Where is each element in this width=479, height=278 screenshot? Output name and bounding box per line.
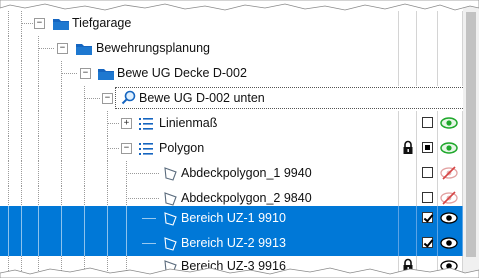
tree-row-abdeckpolygon-1[interactable]: Abdeckpolygon_1 9940 [0,161,470,186]
eye-visible-icon[interactable] [440,116,458,130]
folder-icon [98,69,114,80]
eye-hidden-icon[interactable] [440,166,458,180]
torn-edge-bottom [0,267,479,278]
tree-row-tiefgarage[interactable]: − Tiefgarage [0,11,470,36]
tree-label: Bewe UG Decke D-002 [117,66,247,80]
visibility-checkbox-checked[interactable] [422,212,433,223]
visibility-checkbox-partial[interactable] [422,142,433,153]
folder-icon [76,44,92,55]
visibility-checkbox[interactable] [422,167,433,178]
torn-edge-top [0,0,479,11]
tree-row-polygon[interactable]: − Polygon [0,136,470,161]
lock-icon[interactable] [402,140,414,156]
polygon-icon [164,192,177,206]
eye-visible-icon[interactable] [440,211,458,225]
tree-row-bereich-uz-1[interactable]: Bereich UZ-1 9910 [0,206,470,231]
polygon-icon [164,167,177,181]
list-icon [139,143,153,155]
collapse-toggle[interactable]: − [121,143,132,154]
tree-label: Abdeckpolygon_1 9940 [181,166,312,180]
tree-label: Bereich UZ-1 9910 [181,211,286,225]
visibility-checkbox[interactable] [422,117,433,128]
eye-hidden-icon[interactable] [440,191,458,205]
layer-tree: − Tiefgarage − Bewehrungsplanung − Bewe … [0,0,479,278]
collapse-toggle[interactable]: − [80,68,91,79]
expand-toggle[interactable]: + [121,118,132,129]
polygon-icon [164,237,177,251]
tree-row-bewehrungsplanung[interactable]: − Bewehrungsplanung [0,36,470,61]
tree-row-bereich-uz-2[interactable]: Bereich UZ-2 9913 [0,231,470,256]
tree-label: Linienmaß [159,116,218,130]
tree-label: Polygon [159,141,205,155]
collapse-toggle[interactable]: − [34,18,45,29]
tree-row-linienmass[interactable]: + Linienmaß [0,111,470,136]
tree-label: Bereich UZ-2 9913 [181,236,286,250]
visibility-checkbox[interactable] [422,192,433,203]
folder-icon [53,19,69,30]
tree-label: Abdeckpolygon_2 9840 [181,191,312,205]
visibility-checkbox-checked[interactable] [422,237,433,248]
eye-visible-icon[interactable] [440,141,458,155]
eye-visible-icon[interactable] [440,236,458,250]
tree-label: Bewe UG D-002 unten [139,91,265,105]
tree-label: Bewehrungsplanung [96,41,210,55]
tree-row-bewe-ug-decke[interactable]: − Bewe UG Decke D-002 [0,61,470,86]
list-icon [139,118,153,130]
polygon-icon [164,212,177,226]
tree-row-bewe-ug-unten[interactable]: − Bewe UG D-002 unten [0,86,470,111]
search-icon [121,90,136,105]
scrollbar-thumb[interactable] [466,12,476,257]
collapse-toggle[interactable]: − [57,43,68,54]
tree-label: Tiefgarage [72,16,132,30]
collapse-toggle[interactable]: − [102,93,113,104]
